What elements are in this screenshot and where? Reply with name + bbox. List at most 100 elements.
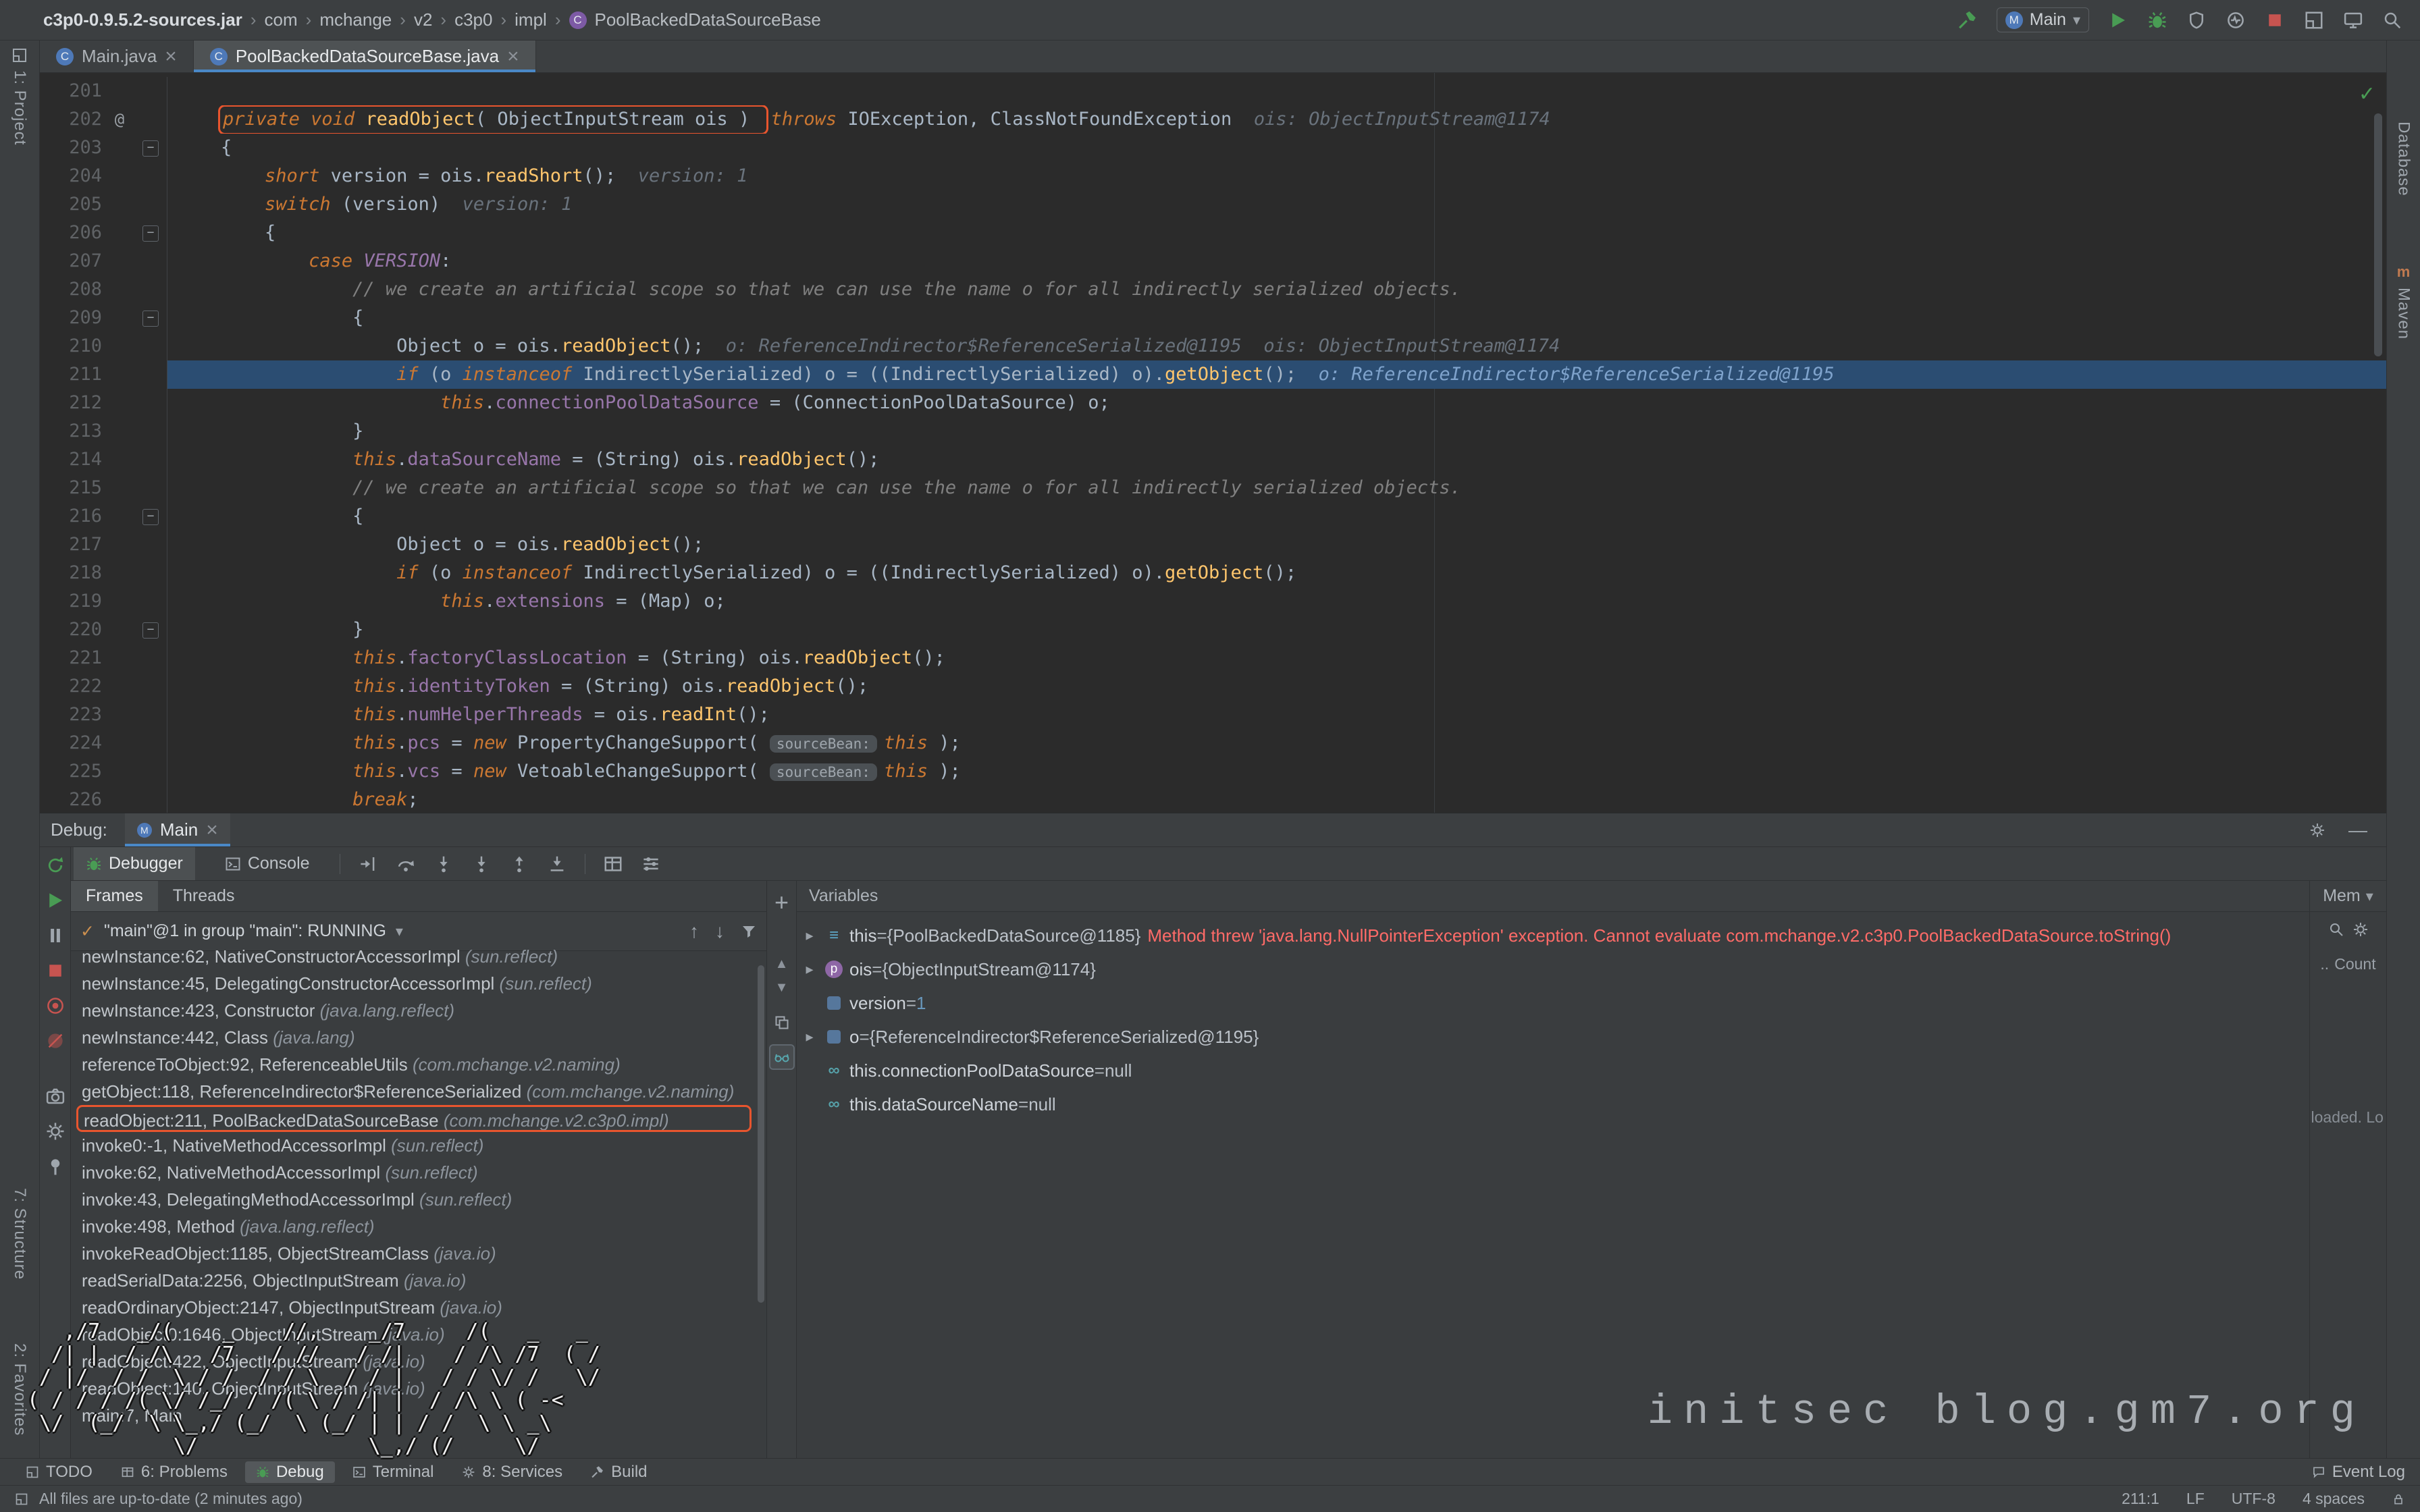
expand-chevron-icon[interactable]: ▸ (797, 919, 822, 952)
rerun-icon[interactable] (45, 855, 65, 875)
line-number[interactable]: 212 (40, 389, 102, 417)
evaluate-expression-icon[interactable] (603, 854, 623, 874)
step-over-icon[interactable] (396, 854, 416, 874)
editor-scrollbar[interactable] (2374, 113, 2382, 356)
project-stripe-label[interactable]: 1: Project (10, 70, 29, 145)
close-icon[interactable]: × (507, 47, 519, 67)
breadcrumb-item[interactable]: impl (515, 9, 547, 30)
breadcrumb-jar[interactable]: c3p0-0.9.5.2-sources.jar (43, 9, 242, 30)
line-number[interactable]: 204 (40, 162, 102, 190)
mute-breakpoints-icon[interactable] (45, 1031, 65, 1051)
fold-marker[interactable] (137, 134, 167, 162)
line-number[interactable]: 224 (40, 729, 102, 757)
step-into-icon[interactable] (433, 854, 454, 874)
sidebar-item-structure[interactable]: 7: Structure (0, 1188, 39, 1280)
stack-frame-row[interactable]: newInstance:423, Constructor (java.lang.… (82, 997, 766, 1024)
stack-frame-row[interactable]: newInstance:442, Class (java.lang) (82, 1024, 766, 1051)
expand-chevron-icon[interactable]: ▸ (797, 1020, 822, 1054)
sidebar-item-database[interactable]: Database (2387, 122, 2420, 196)
fold-marker[interactable] (137, 219, 167, 247)
run-config-selector[interactable]: M Main ▾ (1997, 7, 2089, 32)
build-hammer-icon[interactable] (1957, 10, 1978, 30)
search-everywhere-icon[interactable] (2382, 10, 2402, 30)
step-out-icon[interactable] (509, 854, 529, 874)
variable-row[interactable]: ∞this.connectionPoolDataSource = null (797, 1054, 2309, 1087)
line-number[interactable]: 218 (40, 559, 102, 587)
line-number[interactable]: 215 (40, 474, 102, 502)
stack-frame-row[interactable]: referenceToObject:92, ReferenceableUtils… (82, 1051, 766, 1078)
line-number[interactable]: 226 (40, 786, 102, 813)
variable-row[interactable]: ▸pois = {ObjectInputStream@1174} (797, 952, 2309, 986)
event-log-button[interactable]: Event Log (2312, 1463, 2405, 1482)
line-number[interactable]: 219 (40, 587, 102, 616)
debugger-settings-gear-icon[interactable] (45, 1121, 65, 1141)
line-number[interactable]: 211 (40, 360, 102, 389)
memory-gear-icon[interactable] (2352, 921, 2369, 938)
variable-row[interactable]: ∞this.dataSourceName = null (797, 1087, 2309, 1121)
breadcrumb-item[interactable]: PoolBackedDataSourceBase (595, 9, 821, 30)
debug-session-tab[interactable]: M Main × (125, 813, 230, 846)
run-button[interactable] (2108, 10, 2128, 30)
stack-frame-row[interactable]: invokeReadObject:1185, ObjectStreamClass… (82, 1240, 766, 1267)
tab-console[interactable]: Console (213, 847, 322, 880)
breadcrumb-item[interactable]: v2 (414, 9, 432, 30)
toolwindow-button-terminal[interactable]: Terminal (342, 1461, 445, 1483)
line-number[interactable]: 221 (40, 644, 102, 672)
line-number[interactable]: 202 (40, 105, 102, 134)
line-number[interactable]: 213 (40, 417, 102, 446)
line-number[interactable]: 210 (40, 332, 102, 360)
pin-icon[interactable] (45, 1156, 65, 1177)
line-number[interactable]: 216 (40, 502, 102, 531)
structure-stripe-label[interactable]: 7: Structure (10, 1188, 29, 1280)
stack-frame-row[interactable]: readSerialData:2256, ObjectInputStream (… (82, 1267, 766, 1294)
scroll-down-icon[interactable]: ▼ (775, 980, 789, 996)
lock-icon[interactable] (2392, 1492, 2405, 1506)
breadcrumb-item[interactable]: mchange (319, 9, 392, 30)
memory-search-icon[interactable] (2328, 921, 2344, 938)
line-number[interactable]: 201 (40, 77, 102, 105)
favorites-stripe-label[interactable]: 2: Favorites (10, 1343, 29, 1436)
debug-button[interactable] (2147, 10, 2167, 30)
breadcrumb-item[interactable]: c3p0 (454, 9, 492, 30)
force-step-into-icon[interactable] (471, 854, 492, 874)
line-number[interactable]: 207 (40, 247, 102, 275)
toolwindow-button-build[interactable]: Build (580, 1461, 658, 1483)
stop-icon[interactable] (45, 961, 65, 981)
variable-row[interactable]: ▸o = {ReferenceIndirector$ReferenceSeria… (797, 1020, 2309, 1054)
close-icon[interactable]: × (165, 47, 177, 67)
pause-icon[interactable] (45, 925, 65, 946)
caret-position[interactable]: 211:1 (2122, 1490, 2159, 1508)
frame-down-icon[interactable]: ↓ (715, 921, 725, 942)
restore-layout-icon[interactable] (2304, 10, 2324, 30)
tab-threads[interactable]: Threads (158, 881, 250, 911)
variable-row[interactable]: ▸≡this = {PoolBackedDataSource@1185}Meth… (797, 919, 2309, 952)
resume-icon[interactable] (45, 890, 65, 911)
line-separator[interactable]: LF (2186, 1490, 2205, 1508)
thread-dump-camera-icon[interactable] (45, 1086, 65, 1106)
stack-frame-row[interactable]: getObject:118, ReferenceIndirector$Refer… (82, 1078, 766, 1105)
fold-marker[interactable] (137, 502, 167, 531)
expand-chevron-icon[interactable]: ▸ (797, 952, 822, 986)
line-number[interactable]: 222 (40, 672, 102, 701)
coverage-button[interactable] (2186, 10, 2207, 30)
show-execution-point-icon[interactable] (358, 854, 378, 874)
profiler-button[interactable] (2226, 10, 2246, 30)
line-number[interactable]: 225 (40, 757, 102, 786)
minimize-icon[interactable]: — (2348, 819, 2367, 841)
scroll-up-icon[interactable]: ▲ (775, 956, 789, 972)
line-number[interactable]: 220 (40, 616, 102, 644)
add-watch-button[interactable]: + (774, 890, 789, 915)
line-number[interactable]: 217 (40, 531, 102, 559)
toolwindow-button-8-services[interactable]: 8: Services (451, 1461, 573, 1483)
toolwindow-button-debug[interactable]: Debug (245, 1461, 335, 1483)
duplicate-watch-icon[interactable] (774, 1015, 790, 1031)
frame-up-icon[interactable]: ↑ (689, 921, 699, 942)
editor-tab[interactable]: CPoolBackedDataSourceBase.java× (194, 40, 536, 72)
toolwindow-button-6-problems[interactable]: 6: Problems (110, 1461, 238, 1483)
indent-setting[interactable]: 4 spaces (2303, 1490, 2365, 1508)
filter-funnel-icon[interactable] (741, 923, 757, 940)
fold-marker[interactable] (137, 304, 167, 332)
presentation-monitor-icon[interactable] (2343, 10, 2363, 30)
frames-scrollbar[interactable] (758, 965, 764, 1303)
line-number[interactable]: 208 (40, 275, 102, 304)
